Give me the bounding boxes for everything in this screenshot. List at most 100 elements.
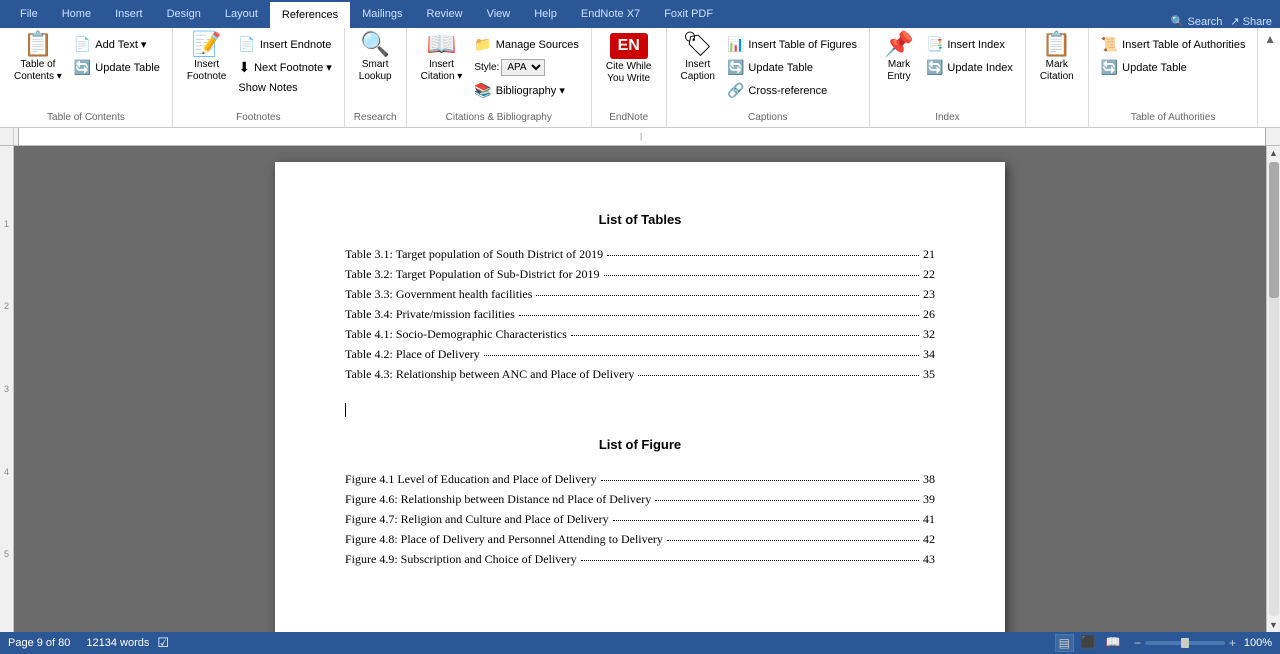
insert-citation-button[interactable]: 📖 InsertCitation ▾ — [415, 30, 469, 86]
toc-dots — [484, 355, 919, 356]
group-captions-label: Captions — [675, 110, 862, 125]
insert-footnote-button[interactable]: 📝 InsertFootnote — [181, 30, 232, 86]
doc-page: List of Tables Table 3.1: Target populat… — [275, 162, 1005, 632]
figures-list: Figure 4.1 Level of Education and Place … — [345, 472, 935, 567]
group-citations: 📖 InsertCitation ▾ 📁 Manage Sources Styl… — [407, 28, 592, 127]
tab-home[interactable]: Home — [50, 0, 103, 28]
cite-while-write-button[interactable]: EN Cite WhileYou Write — [600, 30, 658, 88]
group-table-of-contents: 📋 Table ofContents ▾ 📄 Add Text ▾ 🔄 Upda… — [0, 28, 173, 127]
table-entry: Table 4.3: Relationship between ANC and … — [345, 367, 935, 382]
tab-foxit[interactable]: Foxit PDF — [652, 0, 725, 28]
style-selector[interactable]: Style: APA — [470, 57, 583, 78]
scroll-up-arrow[interactable]: ▲ — [1267, 146, 1280, 160]
ruler-right-margin — [1266, 128, 1280, 145]
add-text-button[interactable]: 📄 Add Text ▾ — [70, 34, 164, 55]
group-footnotes-label: Footnotes — [181, 110, 336, 125]
mark-citation-icon: 📋 — [1042, 33, 1072, 57]
update-table-auth-button[interactable]: 🔄 Update Table — [1097, 57, 1250, 78]
insert-index-button[interactable]: 📑 Insert Index — [922, 34, 1017, 55]
tab-mailings[interactable]: Mailings — [350, 0, 414, 28]
cursor-line[interactable] — [345, 402, 935, 417]
zoom-out-button[interactable]: − — [1134, 636, 1141, 650]
insert-table-figures-button[interactable]: 📊 Insert Table of Figures — [723, 34, 861, 55]
zoom-thumb[interactable] — [1181, 638, 1189, 648]
zoom-slider[interactable] — [1145, 641, 1225, 645]
collapse-ribbon-button[interactable]: ▲ — [1260, 28, 1280, 127]
update-table-auth-icon: 🔄 — [1101, 59, 1118, 76]
group-mark-citation-label — [1034, 121, 1080, 125]
group-citations-label: Citations & Bibliography — [415, 110, 583, 125]
web-layout-button[interactable]: ⬛ — [1078, 634, 1099, 652]
tab-design[interactable]: Design — [155, 0, 213, 28]
toc-dots — [607, 255, 919, 256]
list-of-tables-title: List of Tables — [345, 212, 935, 227]
bibliography-icon: 📚 — [474, 82, 491, 99]
toc-dots — [638, 375, 919, 376]
toc-dots — [581, 560, 919, 561]
tab-endnote[interactable]: EndNote X7 — [569, 0, 652, 28]
show-notes-button[interactable]: Show Notes — [234, 80, 335, 96]
scrollbar-track[interactable] — [1269, 162, 1279, 616]
group-research: 🔍 SmartLookup Research — [345, 28, 407, 127]
update-index-button[interactable]: 🔄 Update Index — [922, 57, 1017, 78]
read-mode-button[interactable]: 📖 — [1103, 634, 1124, 652]
mark-entry-button[interactable]: 📌 MarkEntry — [878, 30, 920, 86]
next-footnote-icon: ⬇ — [238, 59, 250, 76]
ruler-left-margin — [0, 128, 14, 145]
tab-layout[interactable]: Layout — [213, 0, 270, 28]
cross-reference-button[interactable]: 🔗 Cross-reference — [723, 80, 861, 101]
insert-table-authorities-icon: 📜 — [1101, 36, 1118, 53]
scrollbar-thumb[interactable] — [1269, 162, 1279, 298]
table-of-contents-icon: 📋 — [23, 33, 53, 57]
insert-table-authorities-button[interactable]: 📜 Insert Table of Authorities — [1097, 34, 1250, 55]
zoom-in-button[interactable]: + — [1229, 636, 1236, 650]
next-footnote-button[interactable]: ⬇ Next Footnote ▾ — [234, 57, 335, 78]
bibliography-button[interactable]: 📚 Bibliography ▾ — [470, 80, 583, 101]
group-table-authorities-label: Table of Authorities — [1097, 110, 1250, 125]
group-mark-citation: 📋 MarkCitation — [1026, 28, 1089, 127]
ribbon: 📋 Table ofContents ▾ 📄 Add Text ▾ 🔄 Upda… — [0, 28, 1280, 128]
table-entry: Table 4.1: Socio-Demographic Characteris… — [345, 327, 935, 342]
toc-dots — [613, 520, 919, 521]
tab-insert[interactable]: Insert — [103, 0, 155, 28]
right-scrollbar[interactable]: ▲ ▼ — [1266, 146, 1280, 632]
print-layout-button[interactable]: ▤ — [1055, 634, 1074, 652]
tab-references[interactable]: References — [270, 0, 350, 28]
update-table-toc-button[interactable]: 🔄 Update Table — [70, 57, 164, 78]
doc-scroll-area[interactable]: List of Tables Table 3.1: Target populat… — [14, 146, 1266, 632]
proofing-icon[interactable]: ☑ — [157, 635, 169, 651]
toc-dots — [601, 480, 919, 481]
table-of-contents-button[interactable]: 📋 Table ofContents ▾ — [8, 30, 68, 86]
group-captions: 🏷 InsertCaption 📊 Insert Table of Figure… — [667, 28, 871, 127]
insert-caption-icon: 🏷 — [683, 33, 713, 57]
toc-dots — [519, 315, 919, 316]
tab-help[interactable]: Help — [522, 0, 569, 28]
main-area: 1 2 3 4 5 List of Tables Table 3.1: Targ… — [0, 146, 1280, 632]
insert-index-icon: 📑 — [926, 36, 943, 53]
smart-lookup-button[interactable]: 🔍 SmartLookup — [353, 30, 398, 86]
text-cursor — [345, 403, 346, 417]
update-table-captions-button[interactable]: 🔄 Update Table — [723, 57, 861, 78]
group-endnote: EN Cite WhileYou Write EndNote — [592, 28, 667, 127]
manage-sources-button[interactable]: 📁 Manage Sources — [470, 34, 583, 55]
insert-endnote-button[interactable]: 📄 Insert Endnote — [234, 34, 335, 55]
group-table-authorities: 📜 Insert Table of Authorities 🔄 Update T… — [1089, 28, 1259, 127]
zoom-control: − + 100% — [1134, 636, 1272, 650]
insert-caption-button[interactable]: 🏷 InsertCaption — [675, 30, 721, 86]
toc-dots — [536, 295, 919, 296]
figure-entry: Figure 4.1 Level of Education and Place … — [345, 472, 935, 487]
update-index-icon: 🔄 — [926, 59, 943, 76]
group-endnote-label: EndNote — [600, 110, 658, 125]
share-button[interactable]: ↗ Share — [1230, 15, 1272, 28]
style-dropdown[interactable]: APA — [501, 59, 545, 76]
table-entry: Table 3.3: Government health facilities2… — [345, 287, 935, 302]
tab-review[interactable]: Review — [415, 0, 475, 28]
insert-endnote-icon: 📄 — [238, 36, 255, 53]
tab-file[interactable]: File — [8, 0, 50, 28]
mark-citation-button[interactable]: 📋 MarkCitation — [1034, 30, 1080, 86]
scroll-down-arrow[interactable]: ▼ — [1267, 618, 1280, 632]
tab-view[interactable]: View — [475, 0, 523, 28]
tables-list: Table 3.1: Target population of South Di… — [345, 247, 935, 382]
figure-entry: Figure 4.6: Relationship between Distanc… — [345, 492, 935, 507]
search-bar[interactable]: 🔍 Search — [1171, 15, 1223, 28]
